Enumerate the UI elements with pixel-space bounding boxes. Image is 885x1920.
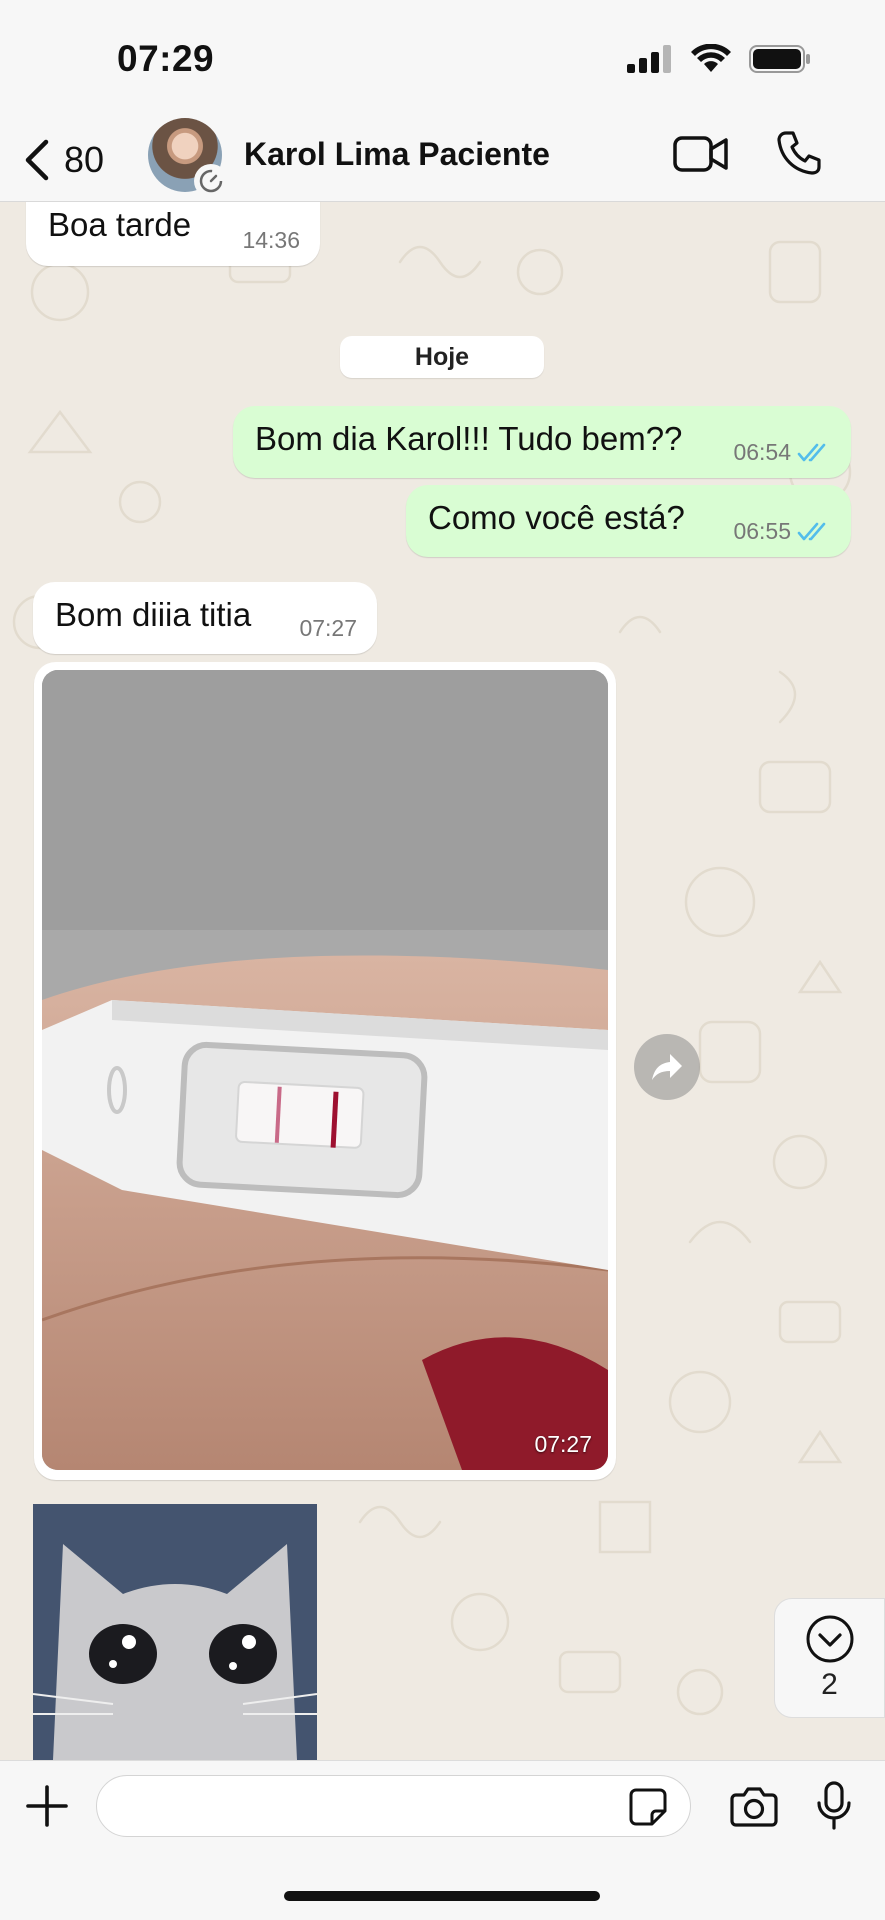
forward-button[interactable] — [634, 1034, 700, 1100]
unread-messages-count: 2 — [821, 1668, 838, 1701]
crying-cat-illustration — [33, 1504, 317, 1760]
home-indicator — [284, 1891, 600, 1901]
message-time: 06:55 — [733, 518, 791, 544]
disappearing-timer-badge — [194, 164, 228, 198]
camera-icon — [730, 1787, 778, 1827]
chat-area[interactable]: Boa tarde 14:36 Hoje Bom dia Karol!!! Tu… — [0, 202, 885, 1760]
message-text: Bom dia Karol!!! Tudo bem?? — [255, 420, 683, 457]
message-time: 07:27 — [299, 615, 357, 641]
outgoing-message[interactable]: Como você está? 06:55 — [406, 485, 851, 557]
microphone-button[interactable] — [816, 1781, 852, 1836]
message-meta: 07:27 — [299, 615, 357, 642]
plus-icon — [26, 1785, 68, 1827]
chevron-down-circle-icon — [806, 1615, 853, 1663]
status-icons — [627, 44, 811, 74]
crying-cat-sticker[interactable] — [33, 1504, 317, 1760]
scroll-to-bottom-button[interactable]: 2 — [774, 1598, 885, 1718]
forward-arrow-icon — [652, 1054, 682, 1080]
timer-icon — [199, 169, 223, 193]
pregnancy-test-photo[interactable]: 07:27 — [42, 670, 608, 1470]
battery-icon — [749, 45, 810, 73]
microphone-icon — [817, 1781, 851, 1830]
back-button[interactable]: 80 — [22, 130, 104, 190]
contact-avatar[interactable] — [148, 118, 228, 198]
message-time: 06:54 — [733, 439, 791, 465]
chat-header: 80 Karol Lima Paciente — [0, 118, 885, 202]
contact-name[interactable]: Karol Lima Paciente — [244, 136, 550, 173]
video-camera-icon — [673, 136, 728, 172]
attach-button[interactable] — [24, 1783, 70, 1834]
sticker-button[interactable] — [628, 1787, 668, 1832]
double-check-read-icon — [797, 522, 826, 540]
status-time: 07:29 — [117, 38, 215, 79]
image-time: 07:27 — [534, 1431, 592, 1457]
phone-icon — [777, 131, 821, 175]
voice-call-button[interactable] — [776, 130, 822, 181]
incoming-message[interactable]: Bom diiia titia 07:27 — [33, 582, 377, 654]
image-message[interactable]: 07:27 — [34, 662, 616, 1480]
message-time: 14:36 — [242, 227, 300, 253]
message-text: Como você está? — [428, 499, 685, 536]
status-bar: 07:29 — [0, 0, 885, 118]
video-call-button[interactable] — [673, 134, 729, 179]
chevron-left-icon — [25, 139, 49, 181]
pregnancy-test-illustration — [42, 670, 608, 1470]
unread-chats-count: 80 — [64, 139, 105, 180]
date-separator: Hoje — [340, 336, 544, 378]
incoming-message[interactable]: Boa tarde 14:36 — [26, 202, 320, 266]
message-input[interactable] — [96, 1775, 691, 1837]
message-text: Bom diiia titia — [55, 596, 252, 633]
double-check-read-icon — [797, 443, 826, 461]
message-meta: 06:54 — [733, 439, 831, 466]
cellular-signal-icon — [627, 45, 671, 73]
message-text: Boa tarde — [48, 206, 192, 243]
wifi-icon — [691, 44, 731, 72]
message-meta: 14:36 — [242, 227, 300, 254]
camera-button[interactable] — [730, 1785, 778, 1832]
sticker-icon — [629, 1788, 667, 1826]
message-input-bar — [0, 1760, 885, 1920]
message-meta: 06:55 — [733, 518, 831, 545]
outgoing-message[interactable]: Bom dia Karol!!! Tudo bem?? 06:54 — [233, 406, 851, 478]
